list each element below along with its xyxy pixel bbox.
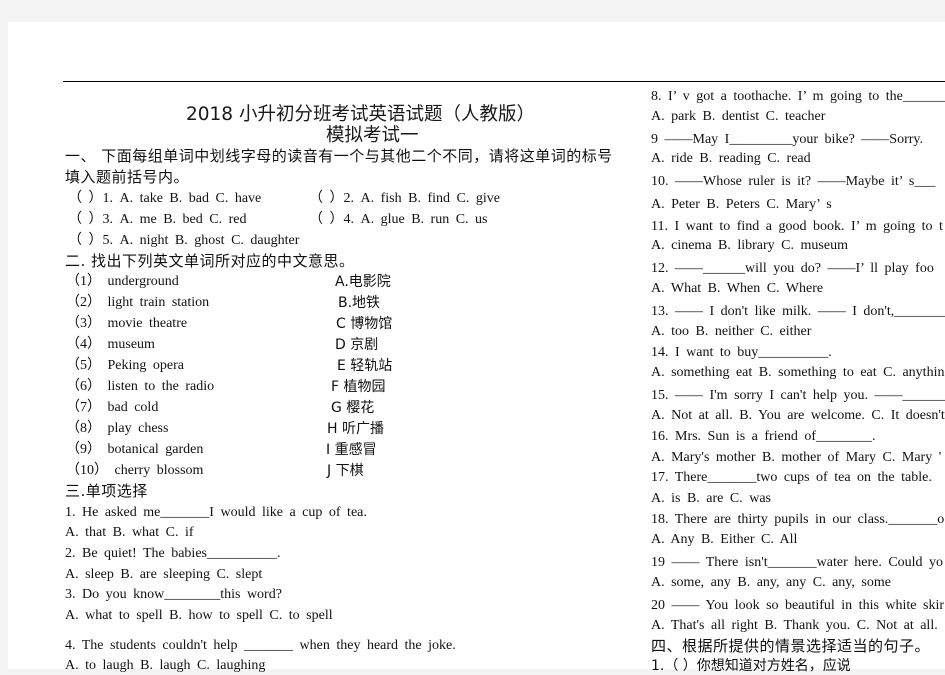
vocab-chinese-item: G 樱花 bbox=[331, 400, 375, 416]
mc-question-line: A. what to spell B. how to spell C. to s… bbox=[65, 608, 333, 623]
section4-heading: 四、根据所提供的情景选择适当的句子。 bbox=[651, 637, 931, 655]
vocab-english-item: （8） play chess bbox=[66, 421, 169, 436]
section4-item-1: 1.（ ）你想知道对方姓名，应说 bbox=[651, 658, 851, 674]
phonics-item-2: （ ）2. A. fish B. find C. give bbox=[309, 191, 500, 206]
vocab-chinese-item: C 博物馆 bbox=[336, 316, 393, 332]
header-rule bbox=[63, 81, 945, 82]
mc-question-line: 3. Do you know________this word? bbox=[65, 587, 282, 602]
mc-question-line: 4. The students couldn't help _______ wh… bbox=[65, 638, 456, 653]
mc-question-line: A. Any B. Either C. All bbox=[651, 532, 798, 547]
vocab-english-item: （4） museum bbox=[66, 337, 155, 352]
phonics-item-4: （ ）4. A. glue B. run C. us bbox=[309, 212, 488, 227]
mc-question-line: A. something eat B. something to eat C. … bbox=[651, 365, 945, 380]
mc-question-line: 19 —— There isn't_______water here. Coul… bbox=[651, 555, 944, 570]
mc-question-line: 9 ——May I_________your bike? ——Sorry. bbox=[651, 132, 924, 147]
mc-question-line: A. What B. When C. Where bbox=[651, 281, 824, 296]
mc-question-line: 8. I’ v got a toothache. I’ m going to t… bbox=[651, 89, 945, 104]
vocab-english-item: （3） movie theatre bbox=[66, 316, 188, 331]
mc-question-line: A. Not at all. B. You are welcome. C. It… bbox=[651, 408, 945, 423]
mc-question-line: A. ride B. reading C. read bbox=[651, 151, 811, 166]
vocab-chinese-item: A.电影院 bbox=[335, 274, 391, 290]
mc-question-line: A. sleep B. are sleeping C. slept bbox=[65, 567, 263, 582]
section1-heading-line1: 一、 下面每组单词中划线字母的读音有一个与其他二个不同，请将这单词的标号 bbox=[65, 147, 613, 165]
mc-question-line: A. That's all right B. Thank you. C. Not… bbox=[651, 618, 938, 633]
mc-question-line: A. cinema B. library C. museum bbox=[651, 238, 848, 253]
mc-question-line: A. too B. neither C. either bbox=[651, 324, 812, 339]
mc-question-line: A. park B. dentist C. teacher bbox=[651, 109, 826, 124]
mc-question-line: A. Mary's mother B. mother of Mary C. Ma… bbox=[651, 450, 942, 465]
vocab-chinese-item: H 听广播 bbox=[327, 421, 384, 437]
mc-question-line: A. some, any B. any, any C. any, some bbox=[651, 575, 891, 590]
vocab-english-item: （9） botanical garden bbox=[66, 442, 204, 457]
mc-question-line: 1. He asked me_______I would like a cup … bbox=[65, 505, 367, 520]
vocab-english-item: （6） listen to the radio bbox=[66, 379, 215, 394]
vocab-chinese-item: E 轻轨站 bbox=[337, 358, 393, 374]
vocab-english-item: （2） light train station bbox=[66, 295, 210, 310]
mc-question-line: 14. I want to buy__________. bbox=[651, 345, 832, 360]
mc-question-line: 2. Be quiet! The babies__________. bbox=[65, 546, 281, 561]
document-subtitle: 模拟考试一 bbox=[326, 125, 419, 146]
mc-question-line: A. Peter B. Peters C. Mary’ s bbox=[651, 197, 832, 212]
section3-heading: 三.单项选择 bbox=[65, 482, 148, 500]
section2-heading: 二. 找出下列英文单词所对应的中文意思。 bbox=[65, 252, 355, 270]
vocab-english-item: （7） bad cold bbox=[66, 400, 159, 415]
mc-question-line: 12. ——______will you do? ——I’ ll play fo… bbox=[651, 261, 934, 276]
vocab-chinese-item: I 重感冒 bbox=[326, 442, 377, 458]
vocab-chinese-item: B.地铁 bbox=[338, 295, 381, 311]
vocab-english-item: （10） cherry blossom bbox=[66, 463, 204, 478]
vocab-english-item: （1） underground bbox=[66, 274, 179, 289]
section1-heading-line2: 填入题前括号内。 bbox=[65, 168, 190, 186]
mc-question-line: 10. ——Whose ruler is it? ——Maybe it’ s__… bbox=[651, 174, 936, 189]
mc-question-line: 16. Mrs. Sun is a friend of________. bbox=[651, 429, 876, 444]
vocab-chinese-item: F 植物园 bbox=[331, 379, 386, 395]
vocab-chinese-item: D 京剧 bbox=[335, 337, 379, 353]
mc-question-line: A. that B. what C. if bbox=[65, 525, 194, 540]
vocab-english-item: （5） Peking opera bbox=[66, 358, 184, 373]
mc-question-line: A. is B. are C. was bbox=[651, 491, 771, 506]
phonics-item-3: （ ）3. A. me B. bed C. red bbox=[68, 212, 247, 227]
mc-question-line: 17. There_______two cups of tea on the t… bbox=[651, 470, 932, 485]
mc-question-line: 11. I want to find a good book. I’ m goi… bbox=[651, 219, 943, 234]
mc-question-line: 18. There are thirty pupils in our class… bbox=[651, 512, 945, 527]
mc-question-line: A. to laugh B. laugh C. laughing bbox=[65, 658, 266, 673]
phonics-item-5: （ ）5. A. night B. ghost C. daughter bbox=[68, 233, 300, 248]
vocab-chinese-item: J 下棋 bbox=[327, 463, 364, 479]
phonics-item-1: （ ）1. A. take B. bad C. have bbox=[68, 191, 262, 206]
mc-question-line: 13. —— I don't like milk. —— I don't,___… bbox=[651, 304, 945, 319]
mc-question-line: 20 —— You look so beautiful in this whit… bbox=[651, 598, 945, 613]
mc-question-line: 15. —— I'm sorry I can't help you. ——___… bbox=[651, 388, 945, 403]
